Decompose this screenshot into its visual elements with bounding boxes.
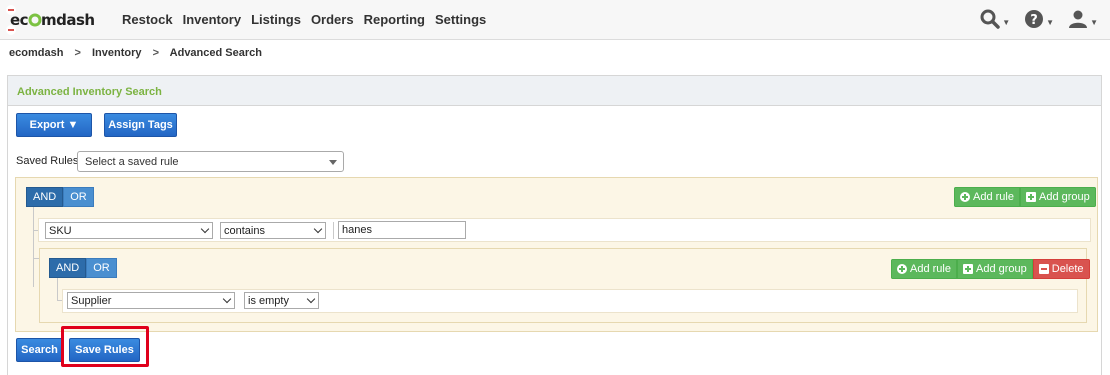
rule-operator-select[interactable]: contains bbox=[220, 222, 326, 239]
delete-label: Delete bbox=[1051, 263, 1084, 275]
plus-circle-icon bbox=[897, 264, 907, 274]
top-navbar: ec mdash Restock Inventory Listings Orde… bbox=[0, 0, 1110, 40]
breadcrumb-current: Advanced Search bbox=[169, 47, 262, 59]
nav-listings[interactable]: Listings bbox=[251, 12, 301, 27]
add-group-label: Add group bbox=[1038, 191, 1090, 203]
main-nav: Restock Inventory Listings Orders Report… bbox=[122, 12, 496, 27]
ecomdash-logo[interactable]: ec mdash bbox=[10, 10, 102, 34]
rule-value-input[interactable]: hanes bbox=[338, 221, 466, 239]
nested-and-or-toggle: AND OR bbox=[49, 258, 117, 278]
search-menu[interactable]: ▼ bbox=[980, 9, 1010, 29]
add-rule-label: Add rule bbox=[910, 263, 951, 275]
chevron-down-icon bbox=[313, 224, 323, 234]
add-group-button[interactable]: Add group bbox=[956, 259, 1033, 279]
minus-circle-icon bbox=[6, 25, 16, 35]
add-group-label: Add group bbox=[975, 263, 1027, 275]
nav-orders[interactable]: Orders bbox=[311, 12, 354, 27]
add-rule-button[interactable]: Add rule bbox=[891, 259, 957, 279]
nav-restock[interactable]: Restock bbox=[122, 12, 173, 27]
breadcrumb-separator: > bbox=[74, 47, 81, 59]
chevron-down-icon bbox=[306, 294, 316, 304]
rule-field-value: SKU bbox=[49, 225, 72, 237]
help-icon: ? bbox=[1025, 10, 1044, 28]
minus-square-icon bbox=[1038, 264, 1049, 274]
rule-operator-select[interactable]: is empty bbox=[244, 292, 319, 309]
chevron-down-icon bbox=[200, 224, 210, 234]
rule-operator-value: contains bbox=[224, 225, 265, 237]
rule-field-select[interactable]: Supplier bbox=[67, 292, 235, 309]
rule-field-value: Supplier bbox=[71, 295, 112, 307]
highlight-box bbox=[61, 326, 149, 367]
and-button[interactable]: AND bbox=[26, 187, 64, 207]
chevron-down-icon: ▼ bbox=[1002, 17, 1011, 27]
plus-square-icon bbox=[1025, 192, 1036, 202]
saved-rules-select[interactable]: Select a saved rule bbox=[77, 151, 344, 172]
add-group-button[interactable]: Add group bbox=[1019, 187, 1096, 207]
nav-inventory[interactable]: Inventory bbox=[183, 12, 242, 27]
delete-group-button[interactable]: Delete bbox=[1032, 259, 1090, 279]
tree-connector bbox=[57, 278, 58, 301]
user-icon bbox=[1069, 10, 1088, 28]
or-button[interactable]: OR bbox=[86, 258, 117, 278]
nav-settings[interactable]: Settings bbox=[435, 12, 486, 27]
root-and-or-toggle: AND OR bbox=[26, 187, 94, 207]
plus-square-icon bbox=[962, 264, 973, 274]
breadcrumb-inventory[interactable]: Inventory bbox=[92, 47, 142, 59]
dropdown-arrow-icon bbox=[329, 160, 337, 165]
user-menu[interactable]: ▼ bbox=[1068, 9, 1098, 29]
assign-tags-button[interactable]: Assign Tags bbox=[104, 113, 177, 137]
breadcrumb-home[interactable]: ecomdash bbox=[9, 47, 63, 59]
add-rule-button[interactable]: Add rule bbox=[954, 187, 1020, 207]
export-button[interactable]: Export ▼ bbox=[16, 113, 92, 137]
search-button[interactable]: Search bbox=[16, 338, 63, 362]
add-rule-label: Add rule bbox=[973, 191, 1014, 203]
breadcrumb-separator: > bbox=[152, 47, 159, 59]
minus-circle-icon bbox=[6, 5, 16, 15]
and-button[interactable]: AND bbox=[49, 258, 87, 278]
nav-reporting[interactable]: Reporting bbox=[364, 12, 425, 27]
saved-rules-value: Select a saved rule bbox=[85, 156, 179, 168]
help-menu[interactable]: ? ▼ bbox=[1024, 9, 1054, 29]
logo-wordmark: ec mdash bbox=[10, 11, 95, 29]
svg-text:mdash: mdash bbox=[41, 11, 95, 29]
divider bbox=[333, 222, 334, 239]
rule-field-select[interactable]: SKU bbox=[45, 222, 213, 239]
or-button[interactable]: OR bbox=[63, 187, 94, 207]
saved-rules-label: Saved Rules: bbox=[16, 155, 82, 167]
svg-text:?: ? bbox=[1030, 13, 1038, 28]
chevron-down-icon: ▼ bbox=[1046, 17, 1055, 27]
plus-circle-icon bbox=[960, 192, 970, 202]
rule-operator-value: is empty bbox=[248, 295, 289, 307]
chevron-down-icon: ▼ bbox=[1090, 17, 1098, 27]
top-icons: ▼ ? ▼ ▼ bbox=[980, 9, 1098, 29]
chevron-down-icon bbox=[222, 294, 232, 304]
root-group-actions: Add rule Add group bbox=[954, 187, 1096, 207]
nested-group-actions: Add rule Add group Delete bbox=[891, 259, 1090, 279]
tree-connector bbox=[33, 207, 34, 287]
breadcrumb: ecomdash > Inventory > Advanced Search bbox=[9, 47, 270, 59]
panel-title: Advanced Inventory Search bbox=[8, 76, 1101, 106]
search-icon bbox=[980, 9, 1000, 29]
